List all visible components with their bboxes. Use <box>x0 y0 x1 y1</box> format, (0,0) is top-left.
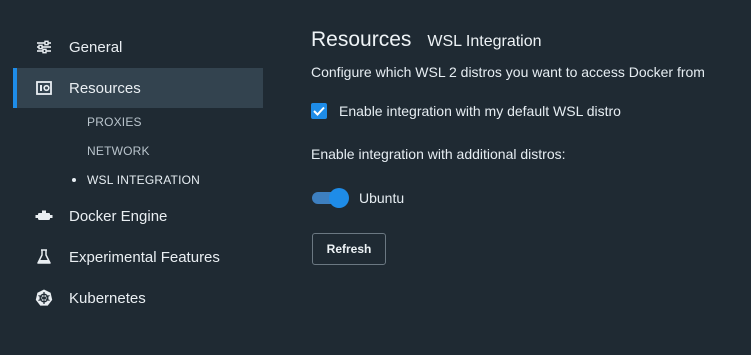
refresh-button[interactable]: Refresh <box>312 233 386 265</box>
sidebar-item-label: Resources <box>69 79 141 97</box>
sidebar-item-experimental[interactable]: Experimental Features <box>13 237 263 277</box>
ubuntu-toggle[interactable] <box>312 188 349 208</box>
main-panel: Resources WSL Integration Configure whic… <box>311 0 751 355</box>
subitem-label: NETWORK <box>87 144 150 158</box>
toggle-knob <box>329 188 349 208</box>
checkmark-icon <box>313 106 325 116</box>
current-bullet <box>72 178 76 182</box>
default-distro-checkbox-row[interactable]: Enable integration with my default WSL d… <box>311 103 621 119</box>
subitem-label: WSL INTEGRATION <box>87 173 201 187</box>
description: Configure which WSL 2 distros you want t… <box>311 64 705 80</box>
page-header: Resources WSL Integration <box>311 28 542 52</box>
sidebar-subitem-network[interactable]: NETWORK <box>87 144 150 158</box>
sidebar-item-label: General <box>69 38 123 56</box>
sidebar-item-docker-engine[interactable]: Docker Engine <box>13 196 263 236</box>
sidebar-item-general[interactable]: General <box>13 27 263 67</box>
page-title: Resources <box>311 28 412 51</box>
sliders-icon <box>35 38 53 56</box>
resources-icon <box>35 79 53 97</box>
flask-icon <box>35 248 53 266</box>
distro-row-ubuntu: Ubuntu <box>312 188 404 208</box>
sidebar-item-kubernetes[interactable]: Kubernetes <box>13 278 263 318</box>
subitem-label: PROXIES <box>87 115 142 129</box>
sidebar-subitem-proxies[interactable]: PROXIES <box>87 115 142 129</box>
default-distro-checkbox[interactable] <box>311 103 327 119</box>
default-distro-label: Enable integration with my default WSL d… <box>339 103 621 119</box>
docker-engine-icon <box>35 207 53 225</box>
sidebar-item-label: Experimental Features <box>69 248 220 266</box>
sidebar-item-label: Kubernetes <box>69 289 146 307</box>
additional-distros-label: Enable integration with additional distr… <box>311 146 566 162</box>
sidebar-item-resources[interactable]: Resources <box>13 68 263 108</box>
sidebar-item-label: Docker Engine <box>69 207 168 225</box>
sidebar-subitem-wsl-integration[interactable]: WSL INTEGRATION <box>72 173 201 187</box>
page-subtitle: WSL Integration <box>427 33 542 50</box>
ubuntu-label: Ubuntu <box>359 190 405 206</box>
kubernetes-icon <box>35 289 53 307</box>
sidebar: General Resources PROXIES NETWORK WSL IN… <box>0 0 270 355</box>
